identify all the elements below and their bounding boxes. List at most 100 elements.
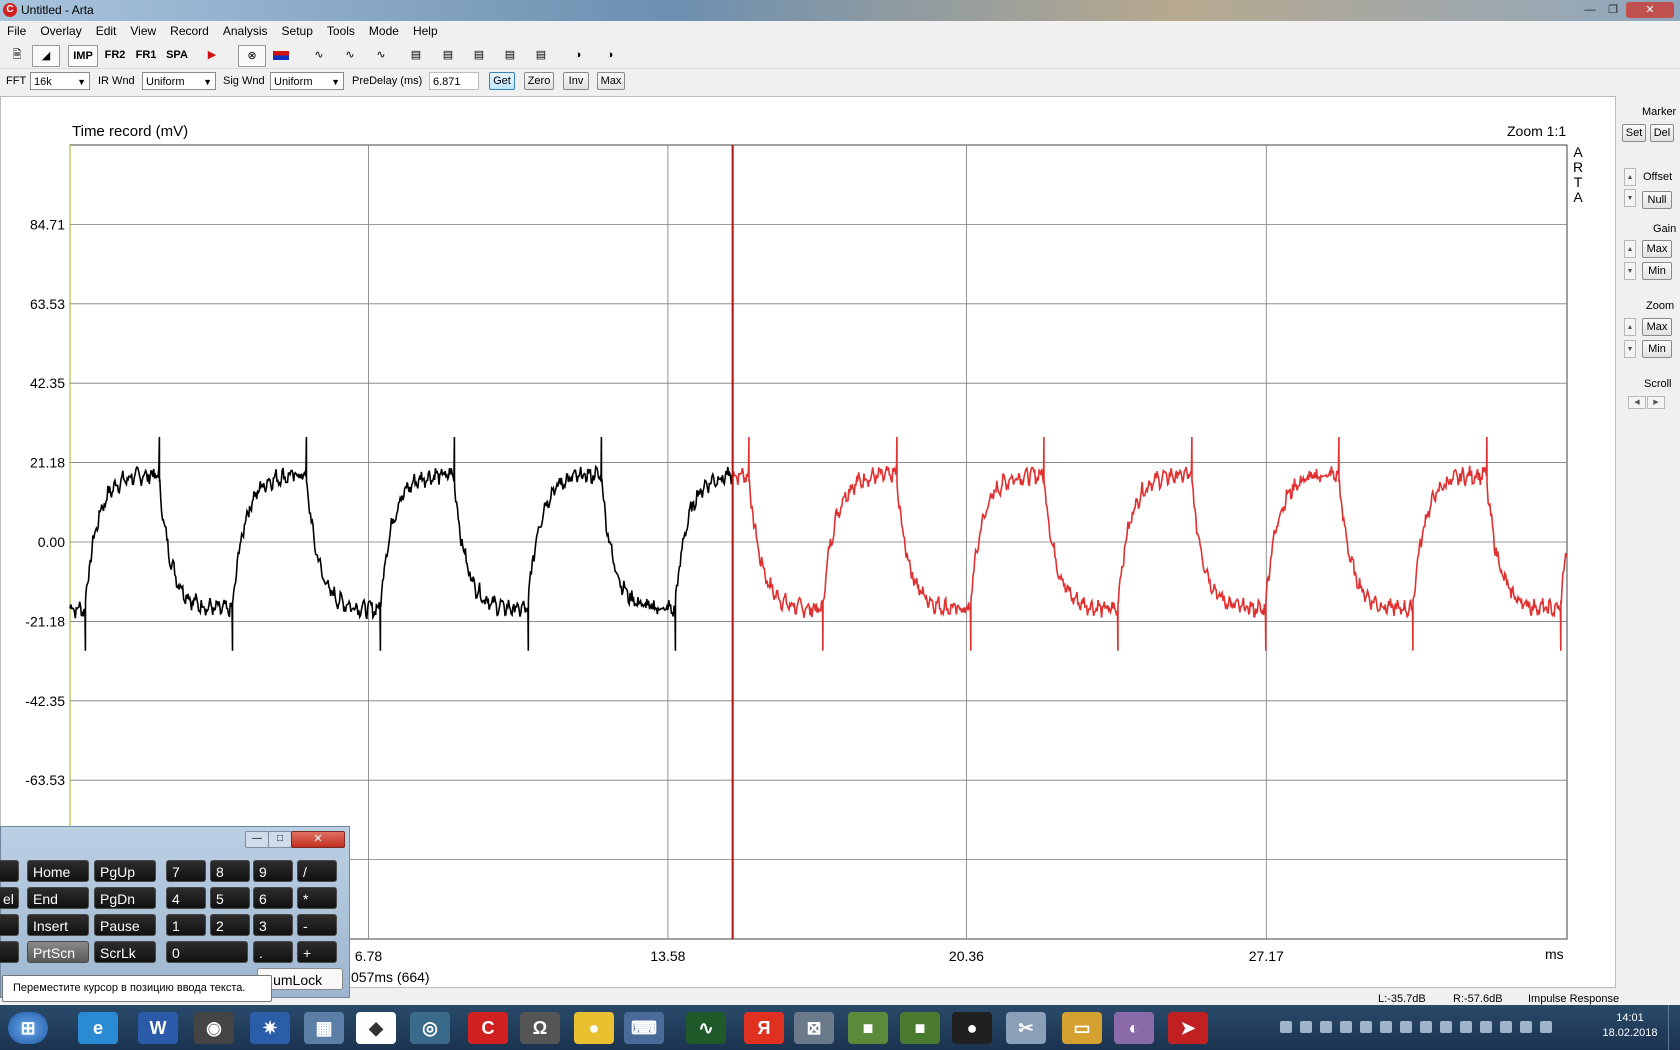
fox-icon[interactable]: ◆ bbox=[356, 1012, 396, 1044]
key-[interactable]: * bbox=[297, 887, 337, 909]
rasti-plot-icon[interactable]: ◑ bbox=[597, 45, 623, 65]
key-[interactable]: / bbox=[297, 860, 337, 882]
play-icon[interactable]: ▶ bbox=[203, 45, 221, 65]
yandex-icon[interactable]: Я bbox=[744, 1012, 784, 1044]
key-7[interactable]: 7 bbox=[166, 860, 206, 882]
zoom-max-button[interactable]: Max bbox=[1642, 318, 1672, 336]
folder-icon[interactable]: ▭ bbox=[1062, 1012, 1102, 1044]
tray-icon[interactable] bbox=[1480, 1021, 1492, 1033]
inv-button[interactable]: Inv bbox=[563, 72, 589, 90]
restore-icon[interactable]: ❐ bbox=[1603, 2, 1623, 18]
sig-wnd-select[interactable]: Uniform ▼ bbox=[270, 72, 344, 90]
keyboard-icon[interactable]: ⌨ bbox=[624, 1012, 664, 1044]
menu-view[interactable]: View bbox=[123, 21, 163, 38]
compass-icon[interactable]: ✷ bbox=[250, 1012, 290, 1044]
tray-icon[interactable] bbox=[1380, 1021, 1392, 1033]
camera-icon[interactable]: ◉ bbox=[194, 1012, 234, 1044]
osk-close-icon[interactable]: ✕ bbox=[291, 831, 345, 848]
key-6[interactable]: 6 bbox=[253, 887, 293, 909]
dft-plot-icon[interactable]: ∿ bbox=[368, 45, 394, 65]
bd-plot-icon[interactable]: ▤ bbox=[528, 45, 554, 65]
gain-up-icon[interactable]: ▲ bbox=[1624, 240, 1636, 258]
key-end[interactable]: End bbox=[27, 887, 89, 909]
menu-mode[interactable]: Mode bbox=[362, 21, 406, 38]
key-scrlk[interactable]: ScrLk bbox=[94, 941, 156, 963]
chrome-icon[interactable]: ● bbox=[574, 1012, 614, 1044]
flag-icon[interactable] bbox=[270, 45, 292, 65]
key-2[interactable]: 2 bbox=[210, 914, 250, 936]
key-5[interactable]: 5 bbox=[210, 887, 250, 909]
menu-help[interactable]: Help bbox=[406, 21, 445, 38]
paint-icon[interactable]: ◐ bbox=[1114, 1012, 1154, 1044]
gain-down-icon[interactable]: ▼ bbox=[1624, 262, 1636, 280]
offset-up-icon[interactable]: ▲ bbox=[1624, 168, 1636, 186]
scroll-right-icon[interactable]: ▶ bbox=[1647, 396, 1665, 409]
plot-icon[interactable]: ⊠ bbox=[794, 1012, 834, 1044]
zoom-min-button[interactable]: Min bbox=[1642, 340, 1672, 358]
minecraft-icon[interactable]: ■ bbox=[848, 1012, 888, 1044]
generator-icon[interactable]: ⊗ bbox=[238, 45, 266, 67]
tray-icon[interactable] bbox=[1400, 1021, 1412, 1033]
menu-setup[interactable]: Setup bbox=[275, 21, 320, 38]
key-[interactable]: - bbox=[297, 914, 337, 936]
key-1[interactable]: 1 bbox=[166, 914, 206, 936]
tray-icon[interactable] bbox=[1460, 1021, 1472, 1033]
zoom-down-icon[interactable]: ▼ bbox=[1624, 340, 1636, 358]
mode-imp-button[interactable]: IMP bbox=[68, 45, 98, 67]
scope-icon[interactable]: ∿ bbox=[686, 1012, 726, 1044]
fft-select[interactable]: 16k ▼ bbox=[30, 72, 90, 90]
mode-spa-button[interactable]: SPA bbox=[163, 45, 191, 65]
marker-set-button[interactable]: Set bbox=[1622, 124, 1646, 142]
omega-icon[interactable]: Ω bbox=[520, 1012, 560, 1044]
gain-min-button[interactable]: Min bbox=[1642, 262, 1672, 280]
tray-icon[interactable] bbox=[1500, 1021, 1512, 1033]
menu-overlay[interactable]: Overlay bbox=[33, 21, 88, 38]
minimize-icon[interactable]: — bbox=[1580, 2, 1600, 18]
key-partial[interactable]: el bbox=[0, 887, 19, 909]
key-insert[interactable]: Insert bbox=[27, 914, 89, 936]
mode-fr2-button[interactable]: FR2 bbox=[102, 45, 128, 65]
arta-icon[interactable]: C bbox=[468, 1012, 508, 1044]
ir-wnd-select[interactable]: Uniform ▼ bbox=[142, 72, 216, 90]
rev-plot-icon[interactable]: ▤ bbox=[466, 45, 492, 65]
gfr-plot-icon[interactable]: ∿ bbox=[337, 45, 363, 65]
tray-icon[interactable] bbox=[1340, 1021, 1352, 1033]
step-plot-icon[interactable]: ▤ bbox=[403, 45, 429, 65]
radar-icon[interactable]: ◎ bbox=[410, 1012, 450, 1044]
arrow-icon[interactable]: ➤ bbox=[1168, 1012, 1208, 1044]
osk-minimize-icon[interactable]: — bbox=[245, 831, 269, 848]
mode-fr1-button[interactable]: FR1 bbox=[133, 45, 159, 65]
key-partial[interactable] bbox=[0, 941, 19, 963]
get-button[interactable]: Get bbox=[489, 72, 515, 90]
etc-plot-icon[interactable]: ▤ bbox=[435, 45, 461, 65]
minecraft2-icon[interactable]: ■ bbox=[900, 1012, 940, 1044]
zoom-up-icon[interactable]: ▲ bbox=[1624, 318, 1636, 336]
scissors-icon[interactable]: ✂ bbox=[1006, 1012, 1046, 1044]
key-8[interactable]: 8 bbox=[210, 860, 250, 882]
key-3[interactable]: 3 bbox=[253, 914, 293, 936]
zero-button[interactable]: Zero bbox=[524, 72, 554, 90]
menu-file[interactable]: File bbox=[0, 21, 33, 38]
tray-icon[interactable] bbox=[1280, 1021, 1292, 1033]
open-icon[interactable]: ◢ bbox=[32, 45, 60, 67]
key-partial[interactable] bbox=[0, 860, 19, 882]
key-[interactable]: + bbox=[297, 941, 337, 963]
key-home[interactable]: Home bbox=[27, 860, 89, 882]
tray-icon[interactable] bbox=[1320, 1021, 1332, 1033]
show-desktop-button[interactable] bbox=[1668, 1005, 1680, 1050]
key-0[interactable]: 0 bbox=[166, 941, 248, 963]
tray-icon[interactable] bbox=[1300, 1021, 1312, 1033]
key-partial[interactable] bbox=[0, 914, 19, 936]
menu-tools[interactable]: Tools bbox=[320, 21, 362, 38]
tray-icon[interactable] bbox=[1520, 1021, 1532, 1033]
key-prtscn[interactable]: PrtScn bbox=[27, 941, 89, 963]
key-pgup[interactable]: PgUp bbox=[94, 860, 156, 882]
record-icon[interactable]: ● bbox=[952, 1012, 992, 1044]
tray-icon[interactable] bbox=[1420, 1021, 1432, 1033]
max-button[interactable]: Max bbox=[597, 72, 625, 90]
start-icon[interactable]: ⊞ bbox=[8, 1012, 48, 1044]
new-file-icon[interactable]: 🗎 bbox=[8, 45, 26, 65]
gain-max-button[interactable]: Max bbox=[1642, 240, 1672, 258]
key-pgdn[interactable]: PgDn bbox=[94, 887, 156, 909]
offset-null-button[interactable]: Null bbox=[1642, 191, 1672, 209]
